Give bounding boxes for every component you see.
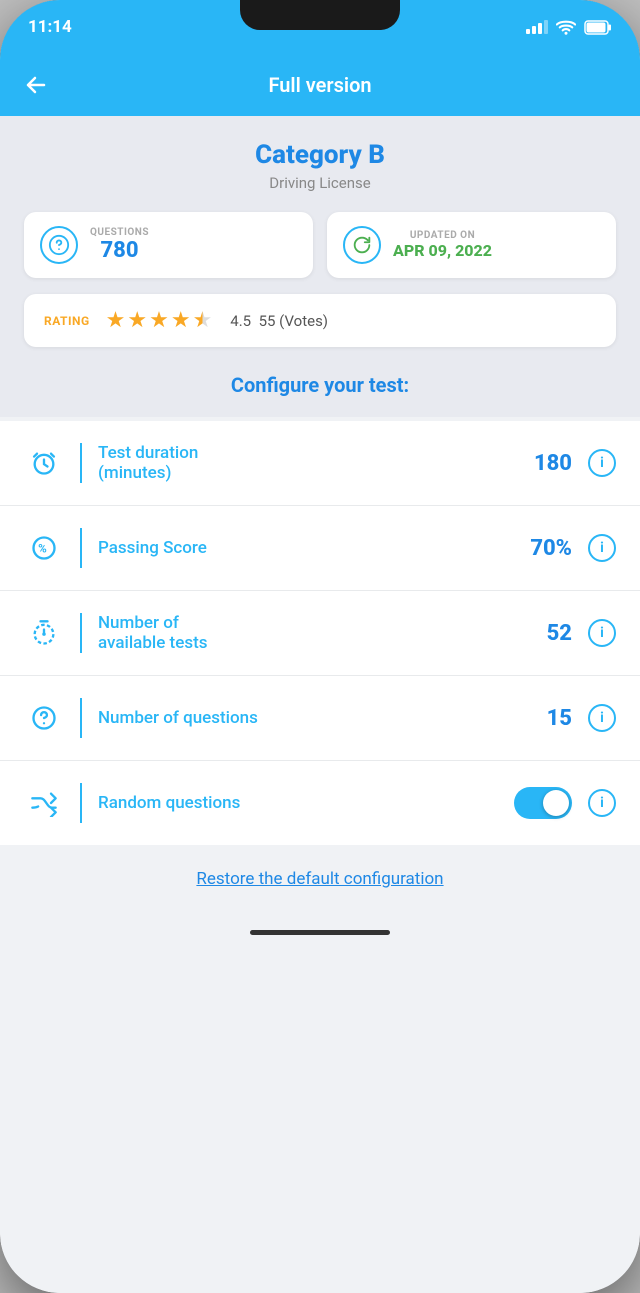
divider <box>80 613 82 653</box>
test-duration-info-button[interactable]: i <box>588 449 616 477</box>
signal-icon <box>526 20 548 34</box>
divider <box>80 528 82 568</box>
hero-section: Category B Driving License <box>0 116 640 417</box>
app-header: Full version <box>0 54 640 116</box>
questions-info: QUESTIONS 780 <box>90 227 149 263</box>
toggle-knob <box>543 790 569 816</box>
restore-link[interactable]: Restore the default configuration <box>196 869 443 889</box>
updated-card: UPDATED ON APR 09, 2022 <box>327 212 616 278</box>
passing-score-info-button[interactable]: i <box>588 534 616 562</box>
percent-icon: % <box>24 528 64 568</box>
refresh-icon <box>343 226 381 264</box>
star-4: ★ <box>171 308 191 333</box>
random-questions-toggle[interactable] <box>514 787 572 819</box>
rating-card: RATING ★ ★ ★ ★ ★ 4.5 55 (Votes) <box>24 294 616 347</box>
star-half: ★ <box>193 308 213 333</box>
rating-value: 4.5 <box>230 312 251 330</box>
category-subtitle: Driving License <box>24 174 616 192</box>
random-questions-info-button[interactable]: i <box>588 789 616 817</box>
questions-card: QUESTIONS 780 <box>24 212 313 278</box>
phone-screen: 11:14 <box>0 0 640 1293</box>
home-bar <box>250 930 390 935</box>
star-3: ★ <box>149 308 169 333</box>
passing-score-label: Passing Score <box>98 538 530 558</box>
rating-label: RATING <box>44 314 90 328</box>
stats-row: QUESTIONS 780 UPDATED O <box>24 212 616 278</box>
status-icons <box>526 19 612 35</box>
rating-count: 4.5 55 (Votes) <box>230 312 328 330</box>
available-tests-label: Number ofavailable tests <box>98 613 547 653</box>
available-tests-info-button[interactable]: i <box>588 619 616 647</box>
setting-passing-score: % Passing Score 70% i <box>0 506 640 591</box>
updated-info: UPDATED ON APR 09, 2022 <box>393 230 492 260</box>
shuffle-icon <box>24 783 64 823</box>
test-duration-value: 180 <box>534 451 572 476</box>
num-questions-value: 15 <box>547 706 572 731</box>
test-duration-label: Test duration(minutes) <box>98 443 534 483</box>
header-title: Full version <box>268 73 371 97</box>
category-title: Category B <box>24 140 616 170</box>
setting-available-tests: Number ofavailable tests 52 i <box>0 591 640 676</box>
questions-value: 780 <box>90 238 149 263</box>
star-2: ★ <box>127 308 147 333</box>
alarm-icon <box>24 443 64 483</box>
home-indicator <box>0 913 640 951</box>
divider <box>80 443 82 483</box>
timer-icon <box>24 613 64 653</box>
battery-icon <box>584 20 612 35</box>
status-time: 11:14 <box>28 17 72 37</box>
passing-score-value: 70% <box>530 536 572 561</box>
wifi-icon <box>556 19 576 35</box>
star-rating: ★ ★ ★ ★ ★ <box>106 308 213 333</box>
questions-label: QUESTIONS <box>90 227 149 238</box>
rating-votes: 55 (Votes) <box>259 312 328 330</box>
back-button[interactable] <box>24 73 48 97</box>
num-questions-label: Number of questions <box>98 708 547 728</box>
question-icon <box>24 698 64 738</box>
question-circle-icon <box>40 226 78 264</box>
random-questions-label: Random questions <box>98 793 514 813</box>
divider <box>80 783 82 823</box>
num-questions-info-button[interactable]: i <box>588 704 616 732</box>
updated-value: APR 09, 2022 <box>393 241 492 260</box>
restore-section: Restore the default configuration <box>0 845 640 913</box>
main-content: Category B Driving License <box>0 116 640 1293</box>
setting-num-questions: Number of questions 15 i <box>0 676 640 761</box>
notch <box>240 0 400 30</box>
divider <box>80 698 82 738</box>
setting-random-questions: Random questions i <box>0 761 640 845</box>
available-tests-value: 52 <box>547 621 572 646</box>
configure-title: Configure your test: <box>24 363 616 401</box>
star-1: ★ <box>106 308 126 333</box>
phone-frame: 11:14 <box>0 0 640 1293</box>
settings-section: Test duration(minutes) 180 i % Passing S… <box>0 421 640 845</box>
setting-test-duration: Test duration(minutes) 180 i <box>0 421 640 506</box>
updated-label: UPDATED ON <box>393 230 492 241</box>
svg-text:%: % <box>38 542 47 556</box>
